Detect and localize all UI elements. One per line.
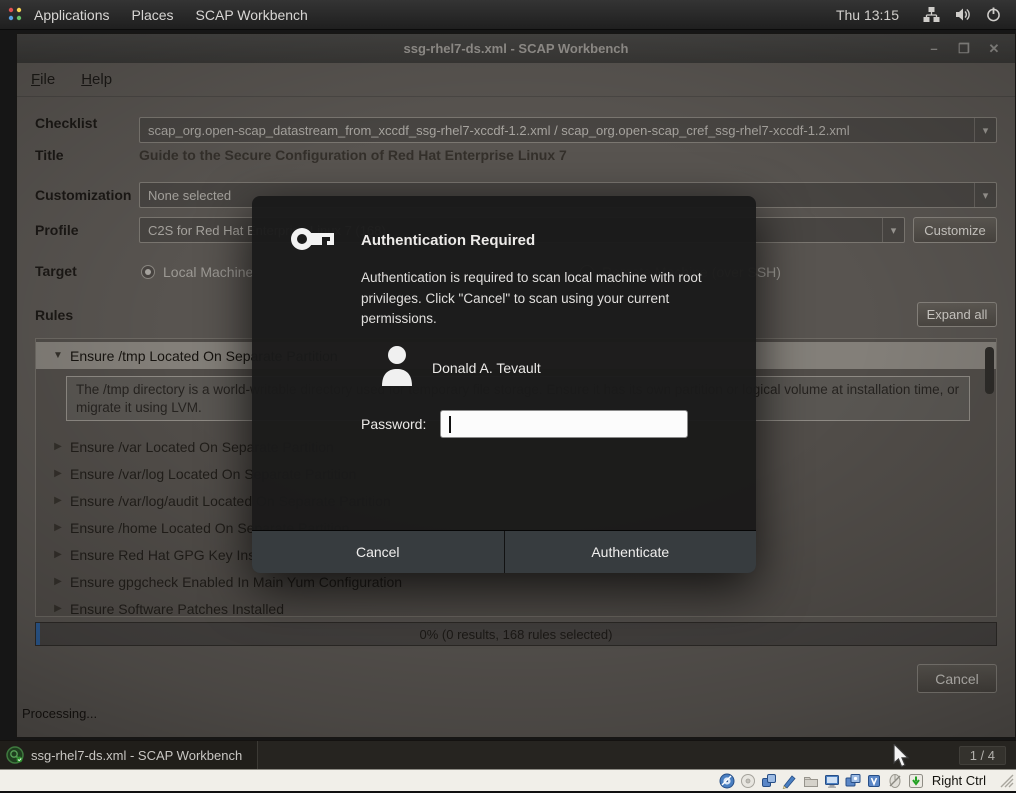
virtualization-features-icon[interactable] [866,773,882,789]
recording-icon[interactable] [845,773,861,789]
menubar: File Help [17,63,1015,97]
applications-menu[interactable]: Applications [23,0,121,30]
password-field-frame [440,410,688,438]
key-icon [291,228,334,250]
collapse-arrow-icon[interactable]: ▼ [48,350,68,361]
expand-arrow-icon[interactable]: ▶ [48,441,68,452]
local-machine-option[interactable]: Local Machine [163,264,253,280]
network-adapter-icon[interactable] [761,773,777,789]
screen: Applications Places SCAP Workbench Thu 1… [0,0,1016,793]
workspace-pager[interactable]: 1 / 4 [958,745,1006,765]
window-title: ssg-rhel7-ds.xml - SCAP Workbench [403,41,629,56]
applications-icon [8,7,22,21]
rule-title: Ensure Software Patches Installed [70,600,285,617]
expand-arrow-icon[interactable]: ▶ [48,549,68,560]
help-menu[interactable]: Help [81,71,112,88]
expand-all-button[interactable]: Expand all [917,302,997,327]
scan-progress-bar: 0% (0 results, 168 rules selected) [35,622,997,646]
benchmark-title: Guide to the Secure Configuration of Red… [139,147,567,163]
clock[interactable]: Thu 13:15 [836,7,899,23]
expand-arrow-icon[interactable]: ▶ [48,468,68,479]
dialog-cancel-button[interactable]: Cancel [252,531,505,573]
scap-workbench-icon [6,746,24,764]
file-menu[interactable]: File [31,71,55,88]
password-label: Password: [361,416,427,432]
authentication-dialog: Authentication Required Authentication i… [252,196,756,573]
title-label: Title [35,147,64,163]
checklist-label: Checklist [35,115,98,131]
checklist-value: scap_org.open-scap_datastream_from_xccdf… [148,122,850,138]
minimize-icon[interactable]: – [919,41,949,56]
scrollbar-thumb[interactable] [985,347,994,394]
taskbar-item-label: ssg-rhel7-ds.xml - SCAP Workbench [31,747,243,763]
places-menu[interactable]: Places [121,0,185,30]
dialog-message: Authentication is required to scan local… [361,270,702,326]
expand-arrow-icon[interactable]: ▶ [48,522,68,533]
window-titlebar[interactable]: ssg-rhel7-ds.xml - SCAP Workbench – ❐ ✕ [17,34,1015,63]
hard-disk-icon[interactable] [719,773,735,789]
dialog-title: Authentication Required [361,232,536,249]
window-list-taskbar: ssg-rhel7-ds.xml - SCAP Workbench 1 / 4 [0,740,1016,770]
display-icon[interactable] [824,773,840,789]
expand-arrow-icon[interactable]: ▶ [48,495,68,506]
mouse-cursor [893,744,910,768]
optical-disk-icon[interactable] [740,773,756,789]
keyboard-capture-icon[interactable] [908,773,924,789]
rule-title: Ensure gpgcheck Enabled In Main Yum Conf… [70,573,403,590]
progress-fill [36,623,40,645]
local-machine-radio[interactable] [141,265,155,279]
mouse-integration-icon[interactable] [887,773,903,789]
expand-arrow-icon[interactable]: ▶ [48,576,68,587]
resize-grip[interactable] [1000,774,1014,788]
network-icon[interactable] [923,6,940,23]
volume-icon[interactable] [954,6,971,23]
profile-label: Profile [35,222,79,238]
taskbar-item-scap-workbench[interactable]: ssg-rhel7-ds.xml - SCAP Workbench [0,740,258,770]
checklist-select[interactable]: scap_org.open-scap_datastream_from_xccdf… [139,117,997,143]
text-caret [449,416,451,433]
power-icon[interactable] [985,6,1002,23]
maximize-icon[interactable]: ❐ [949,41,979,57]
authenticate-button[interactable]: Authenticate [504,531,756,573]
host-key-label: Right Ctrl [931,773,986,788]
usb-device-icon[interactable] [782,773,798,789]
active-app-menu[interactable]: SCAP Workbench [185,0,319,30]
status-text: Processing... [22,706,98,721]
chevron-down-icon: ▾ [974,118,996,142]
expand-arrow-icon[interactable]: ▶ [48,603,68,614]
customize-button[interactable]: Customize [913,217,997,243]
target-label: Target [35,263,77,279]
dialog-user-name: Donald A. Tevault [432,360,541,376]
chevron-down-icon: ▾ [882,218,904,242]
dialog-button-row: Cancel Authenticate [252,530,756,573]
scan-cancel-button[interactable]: Cancel [917,664,997,693]
customization-label: Customization [35,187,132,203]
virtualbox-status-bar: Right Ctrl [0,769,1016,791]
rule-row[interactable]: ▶ Ensure Software Patches Installed [36,595,996,617]
close-icon[interactable]: ✕ [979,41,1009,57]
password-input[interactable] [441,411,687,437]
rules-label: Rules [35,307,74,323]
progress-text: 0% (0 results, 168 rules selected) [419,626,613,642]
chevron-down-icon: ▾ [974,183,996,207]
user-avatar-icon [382,346,412,386]
rules-scrollbar[interactable] [985,343,994,612]
customization-value: None selected [148,187,232,203]
shared-folder-icon[interactable] [803,773,819,789]
gnome-top-panel: Applications Places SCAP Workbench Thu 1… [0,0,1016,30]
